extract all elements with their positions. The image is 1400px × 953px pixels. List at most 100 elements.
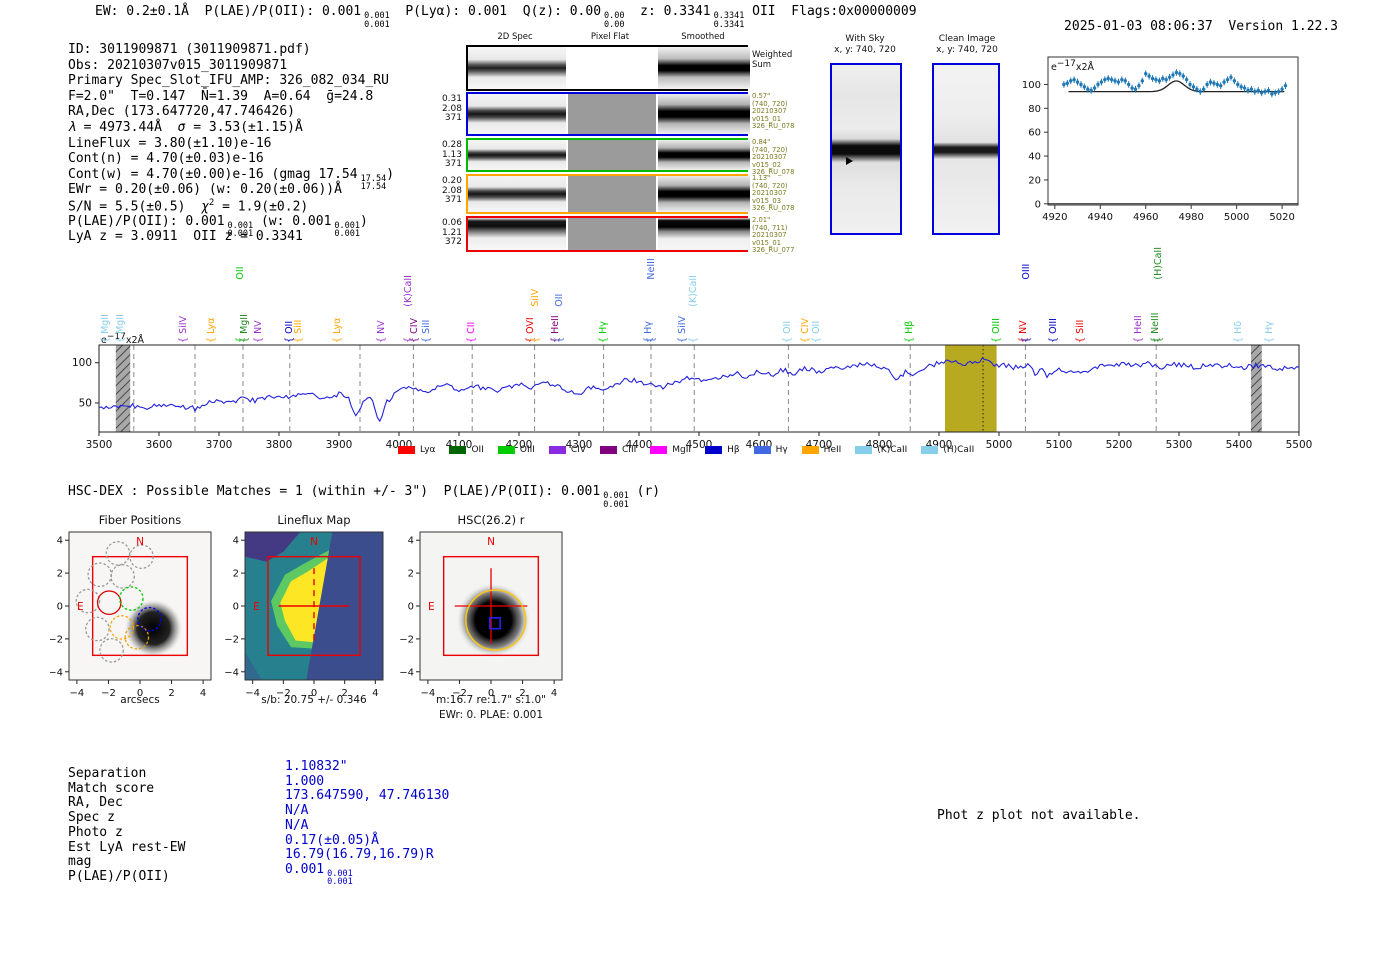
legend-swatch [705, 446, 722, 454]
match-row-label: mag [68, 854, 91, 869]
legend-item-Hβ: Hβ [705, 445, 740, 455]
flux-point [1216, 83, 1219, 86]
fiber-cutout-row-0-cell-1 [568, 94, 656, 134]
col-title-smoothed: Smoothed [658, 32, 748, 42]
line-label-OIII: { OIII [1048, 318, 1059, 343]
masked-band [116, 345, 130, 432]
flux-point [1127, 83, 1130, 86]
svg-text:60: 60 [1028, 128, 1041, 139]
legend-swatch [855, 446, 872, 454]
info-line-7: Cont(n) = 4.70(±0.03)e-16 [68, 151, 394, 167]
flux-point [1205, 83, 1208, 86]
match-row-label: Photo z [68, 825, 123, 840]
row-2-weights: 0.202.08371 [430, 177, 462, 206]
line-label-MgII: { MgII [115, 314, 126, 343]
legend-item-OII: OII [449, 445, 483, 455]
line-label-MgII: { MgII [239, 314, 250, 343]
flux-point [1175, 71, 1178, 74]
flux-point [1199, 90, 1202, 93]
svg-text:−2: −2 [399, 634, 414, 645]
flux-point [1151, 77, 1154, 80]
svg-text:0: 0 [1035, 199, 1041, 210]
legend-swatch [754, 446, 771, 454]
fiber-cutout-row-2 [466, 174, 748, 214]
flux-point [1100, 80, 1103, 83]
weighted-sum-row-cell-2 [658, 47, 750, 89]
legend-item-Hγ: Hγ [754, 445, 788, 455]
flux-point [1260, 91, 1263, 94]
flux-point [1154, 78, 1157, 81]
line-label-Lyα: { Lyα [206, 318, 217, 343]
legend-item-(H)CaII: (H)CaII [921, 445, 974, 455]
flux-point [1120, 78, 1123, 81]
svg-text:3700: 3700 [206, 439, 233, 451]
spectrum-legend: LyαOIIOIIICIVCIIIMgIIHβHγHeII(K)CaII(H)C… [398, 445, 974, 455]
flux-point [1229, 76, 1232, 79]
legend-item-Lyα: Lyα [398, 445, 435, 455]
svg-text:5000: 5000 [1224, 212, 1249, 223]
line-label-NeIII: { NeIII [646, 258, 657, 343]
legend-swatch [802, 446, 819, 454]
info-line-3: F=2.0" T=0.147 N̄=1.39 A=0.64 ḡ=24.8 [68, 89, 394, 105]
legend-swatch [600, 446, 617, 454]
line-label-Hγ: { Hγ [598, 321, 609, 343]
flux-point [1192, 85, 1195, 88]
fiber-cutout-row-2-cell-2 [658, 176, 750, 212]
line-label-MgII: { MgII [100, 314, 111, 343]
svg-text:N: N [487, 536, 495, 548]
svg-text:4920: 4920 [1042, 212, 1067, 223]
info-line-6: LineFlux = 3.80(±1.10)e-16 [68, 136, 394, 152]
flux-point [1066, 82, 1069, 85]
row-3-weights: 0.061.21372 [430, 219, 462, 248]
svg-text:E: E [77, 601, 84, 613]
flux-point [1076, 80, 1079, 83]
match-row-value: 1.000 [285, 774, 324, 789]
summary-header: EW: 0.2±0.1Å P(LAE)/P(OII): 0.0010.0010.… [95, 4, 917, 29]
flux-point [1253, 90, 1256, 93]
svg-text:5200: 5200 [1106, 439, 1133, 451]
fiber-cutout-row-0-cell-0 [468, 94, 566, 134]
legend-swatch [498, 446, 515, 454]
fiber-cutout-row-0-cell-2 [658, 94, 750, 134]
info-line-2: Primary Spec_Slot_IFU_AMP: 326_082_034_R… [68, 73, 394, 89]
svg-text:E: E [428, 601, 435, 613]
info-line-1: Obs: 20210307v015_3011909871 [68, 58, 394, 74]
photz-note: Phot z plot not available. [937, 808, 1141, 823]
col-title-2d-spec: 2D Spec [470, 32, 560, 42]
fiber-cutout-row-1-cell-2 [658, 140, 750, 170]
flux-point [1086, 88, 1089, 91]
hsc-caption-2: EWr: 0. PLAE: 0.001 [400, 709, 582, 721]
detection-band [945, 345, 997, 432]
svg-text:N: N [310, 536, 318, 548]
match-row-label: Separation [68, 766, 146, 781]
spectrum-line [99, 358, 1299, 421]
match-row-label: P(LAE)/P(OII) [68, 869, 170, 884]
flux-point [1188, 83, 1191, 86]
fiber-cutout-row-0 [466, 92, 748, 136]
line-label-HeII: { HeII [1133, 315, 1144, 343]
svg-text:100: 100 [72, 357, 92, 369]
fiber-cutout-row-1-cell-1 [568, 140, 656, 170]
svg-text:−4: −4 [50, 667, 63, 678]
svg-text:4960: 4960 [1133, 212, 1158, 223]
info-line-0: ID: 3011909871 (3011909871.pdf) [68, 42, 394, 58]
line-label-CIV: { CIV [409, 318, 420, 343]
info-line-5: λ = 4973.44Å σ = 3.53(±1.15)Å [68, 120, 394, 136]
match-row-label: Spec z [68, 810, 115, 825]
legend-item-MgII: MgII [650, 445, 691, 455]
flux-point [1274, 91, 1277, 94]
fiber-cutout-row-3 [466, 216, 748, 252]
detection-info-block: ID: 3011909871 (3011909871.pdf)Obs: 2021… [68, 42, 394, 245]
svg-text:50: 50 [79, 398, 92, 410]
row-2-annotation: 1.13"(740, 720)20210307v015_03326_RU_078 [752, 175, 816, 213]
svg-text:N: N [136, 536, 144, 548]
flux-point [1069, 79, 1072, 82]
fiber-cutout-row-3-cell-2 [658, 218, 750, 250]
flux-point [1164, 78, 1167, 81]
row-3-annotation: 2.01"(740, 711)20210307v015_01326_RU_077 [752, 217, 816, 255]
flux-point [1182, 74, 1185, 77]
line-label-SiII: { SiII [293, 320, 304, 343]
flux-point [1124, 79, 1127, 82]
svg-text:−2: −2 [50, 634, 63, 645]
weighted-sum-row-cell-0 [468, 47, 566, 89]
